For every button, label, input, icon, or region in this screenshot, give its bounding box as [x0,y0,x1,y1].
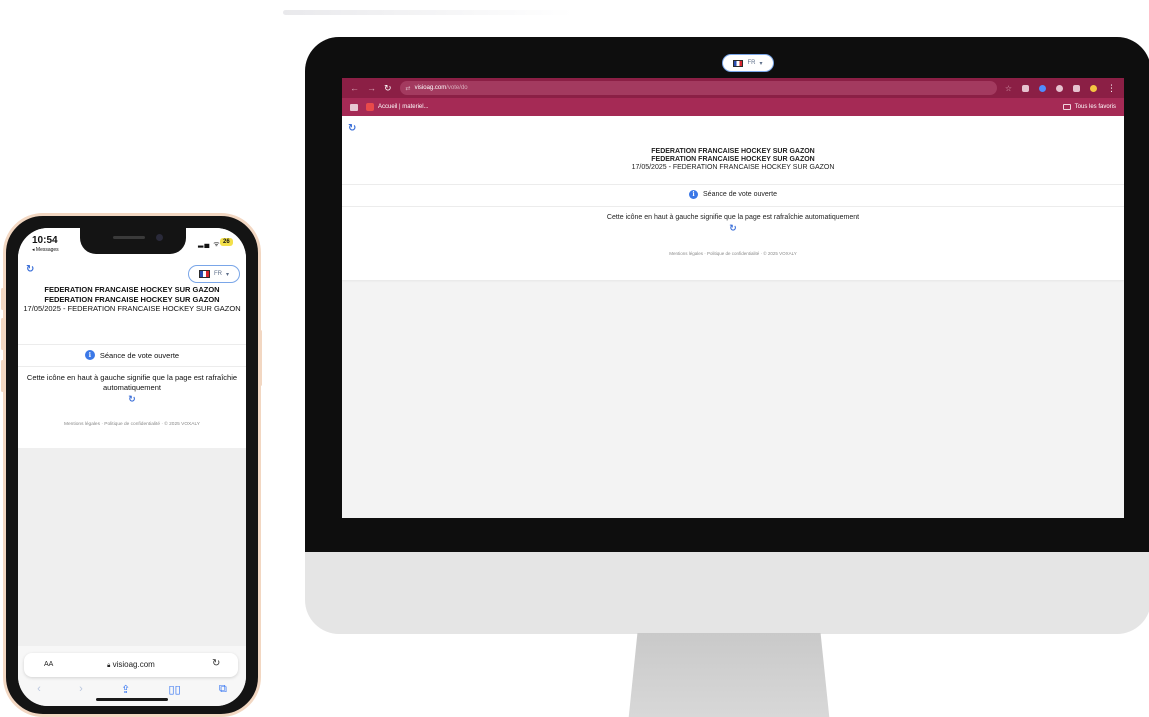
france-flag-icon [198,270,210,278]
phone-notch [80,228,186,254]
refresh-example-icon: ↻ [128,394,136,404]
extension-blue-icon[interactable] [1039,84,1046,92]
browser-toolbar: ← → ↻ ⇄ visioag.com/vote/do ☆ ⋮ [342,78,1124,98]
extension-icon[interactable] [1022,84,1029,92]
signal-wifi-icon: ▂▄ ᯤ [198,241,221,248]
notch-speaker [113,236,145,239]
forward-chevron-icon[interactable]: › [79,683,83,695]
monitor-bezel: ← → ↻ ⇄ visioag.com/vote/do ☆ ⋮ Accueil … [305,37,1149,552]
vote-page-card: ↻ FEDERATION FRANCAISE HOCKEY SUR GAZON … [342,116,1124,280]
org-title: FEDERATION FRANCAISE HOCKEY SUR GAZON [651,148,815,155]
safari-url-text: visioag.com [112,660,155,669]
monitor-screen: ← → ↻ ⇄ visioag.com/vote/do ☆ ⋮ Accueil … [342,78,1124,518]
safari-address-bar[interactable]: AA 🔒︎ visioag.com ↻ [24,653,238,677]
divider [18,366,246,367]
mobile-vote-page-card: ↻ FR ▾ FEDERATION FRANCAISE HOCKEY SUR G… [18,260,246,448]
auto-refresh-icon: ↻ [26,264,35,275]
profile-avatar-icon[interactable] [1090,84,1097,92]
language-label: FR [213,271,222,277]
share-icon[interactable]: ⇪ [121,683,130,696]
address-path: /vote/do [446,85,468,91]
org-title: FEDERATION FRANCAISE HOCKEY SUR GAZON [44,285,220,294]
info-icon: i [84,350,95,360]
chevron-down-icon: ▾ [225,271,229,278]
battery-indicator: 26 [220,238,233,246]
mobile-phone: 10:54 ◂ Messages ▂▄ ᯤ 26 ↻ FR ▾ FEDERATI… [3,213,261,717]
phone-screen: 10:54 ◂ Messages ▂▄ ᯤ 26 ↻ FR ▾ FEDERATI… [18,228,246,706]
info-icon: i [689,190,699,199]
language-label: FR [747,60,756,66]
address-host: visioag.com [414,85,447,91]
all-bookmarks[interactable]: Tous les favoris [1062,104,1116,110]
forward-arrow-icon[interactable]: → [367,83,376,93]
session-status: i Séance de vote ouverte [342,190,1124,199]
status-text: Séance de vote ouverte [703,191,777,198]
event-line: 17/05/2025 - FEDERATION FRANCAISE HOCKEY… [23,304,241,313]
divider [342,206,1124,207]
reload-icon[interactable]: ↻ [212,658,220,669]
bookmark-item[interactable]: Accueil | materiel... [378,104,429,110]
kebab-menu-icon[interactable]: ⋮ [1107,83,1116,94]
apps-grid-icon[interactable] [350,103,358,111]
bookmarks-book-icon[interactable]: ▯▯ [169,683,181,696]
divider [342,184,1124,185]
session-status: i Séance de vote ouverte [18,350,246,360]
bookmark-star-icon[interactable]: ☆ [1005,84,1012,93]
all-bookmarks-label: Tous les favoris [1074,104,1116,110]
refresh-help-text: Cette icône en haut à gauche signifie qu… [26,373,238,392]
clock: 10:54 [32,235,58,246]
back-to-messages[interactable]: ◂ Messages [32,247,59,253]
folder-icon [1062,104,1071,110]
page-heading: FEDERATION FRANCAISE HOCKEY SUR GAZON FE… [22,285,242,314]
france-flag-icon [733,59,744,67]
bookmark-favicon-icon [366,103,374,111]
decorative-top-fade [283,10,573,15]
org-subtitle: FEDERATION FRANCAISE HOCKEY SUR GAZON [651,156,815,163]
refresh-example-icon: ↻ [729,223,737,233]
reload-icon[interactable]: ↻ [384,83,392,94]
back-arrow-icon[interactable]: ← [350,83,359,93]
lock-icon: 🔒︎ [107,663,111,669]
page-heading: FEDERATION FRANCAISE HOCKEY SUR GAZON FE… [342,148,1124,172]
home-indicator [96,698,168,701]
divider [18,344,246,345]
tabs-icon[interactable]: ⧉ [219,683,227,696]
legal-footer[interactable]: Mentions légales · Politique de confiden… [18,422,246,427]
language-selector[interactable]: FR ▾ [722,54,774,72]
desktop-monitor: ← → ↻ ⇄ visioag.com/vote/do ☆ ⋮ Accueil … [305,37,1149,634]
site-info-icon[interactable]: ⇄ [406,85,411,92]
extension-circle-icon[interactable] [1056,84,1063,92]
chevron-down-icon: ▾ [759,60,763,67]
refresh-help-text: Cette icône en haut à gauche signifie qu… [606,214,860,221]
legal-footer[interactable]: Mentions légales · Politique de confiden… [342,251,1124,256]
safari-url[interactable]: 🔒︎ visioag.com [24,660,238,670]
bookmarks-bar: Accueil | materiel... Tous les favoris [342,98,1124,116]
address-bar[interactable]: ⇄ visioag.com/vote/do [399,81,997,95]
auto-refresh-icon: ↻ [348,123,357,134]
status-text: Séance de vote ouverte [99,350,180,360]
monitor-stand [628,633,830,717]
notch-camera [156,234,163,241]
language-selector[interactable]: FR ▾ [188,265,240,283]
back-chevron-icon[interactable]: ‹ [37,683,41,695]
safari-toolbar: ‹ › ⇪ ▯▯ ⧉ [18,680,246,698]
org-subtitle: FEDERATION FRANCAISE HOCKEY SUR GAZON [44,294,220,304]
tab-search-icon[interactable] [1073,84,1080,92]
event-line: 17/05/2025 - FEDERATION FRANCAISE HOCKEY… [631,164,835,171]
